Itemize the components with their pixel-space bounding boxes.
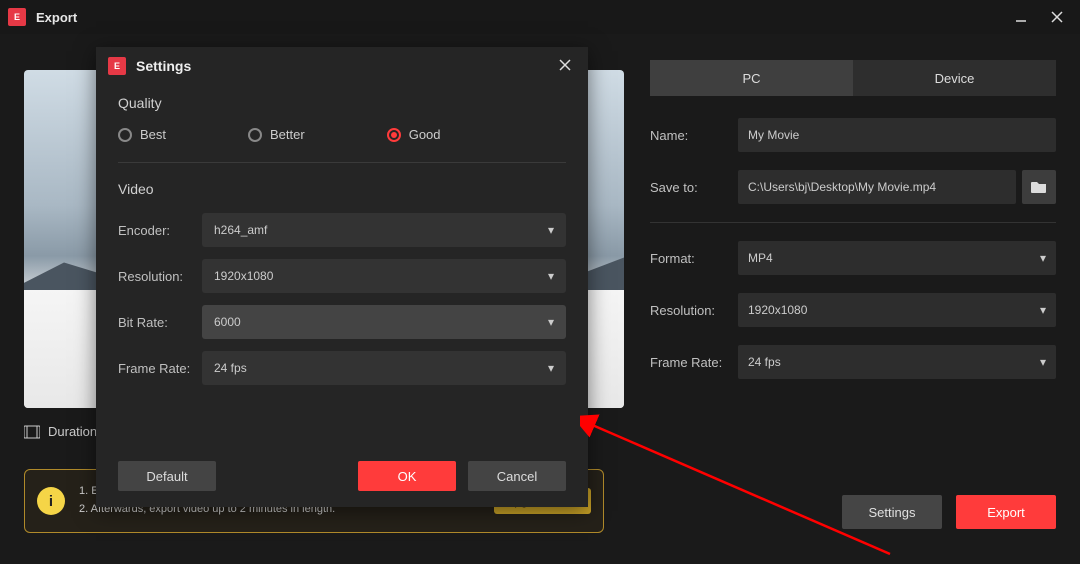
- app-logo-icon: E: [8, 8, 26, 26]
- quality-better-radio[interactable]: Better: [248, 127, 305, 142]
- format-label: Format:: [650, 251, 738, 266]
- radio-icon: [118, 128, 132, 142]
- dlg-resolution-value: 1920x1080: [214, 269, 273, 283]
- minimize-icon: [1014, 10, 1028, 24]
- dialog-title: Settings: [136, 58, 554, 74]
- resolution-label: Resolution:: [650, 303, 738, 318]
- dialog-close-button[interactable]: [554, 56, 576, 77]
- dlg-framerate-value: 24 fps: [214, 361, 247, 375]
- chevron-down-icon: ▾: [1040, 303, 1046, 317]
- video-section-label: Video: [118, 181, 566, 197]
- window-title: Export: [36, 10, 1012, 25]
- film-icon: [24, 425, 40, 439]
- format-select[interactable]: MP4 ▾: [738, 241, 1056, 275]
- dlg-framerate-select[interactable]: 24 fps ▾: [202, 351, 566, 385]
- dialog-logo-icon: E: [108, 57, 126, 75]
- name-input[interactable]: [738, 118, 1056, 152]
- tab-pc[interactable]: PC: [650, 60, 853, 96]
- quality-best-radio[interactable]: Best: [118, 127, 166, 142]
- bitrate-select[interactable]: 6000 ▾: [202, 305, 566, 339]
- framerate-value: 24 fps: [748, 355, 781, 369]
- radio-icon: [248, 128, 262, 142]
- chevron-down-icon: ▾: [548, 315, 554, 329]
- close-icon: [1050, 10, 1064, 24]
- radio-selected-icon: [387, 128, 401, 142]
- chevron-down-icon: ▾: [548, 223, 554, 237]
- encoder-label: Encoder:: [118, 223, 202, 238]
- name-label: Name:: [650, 128, 738, 143]
- cancel-button[interactable]: Cancel: [468, 461, 566, 491]
- bitrate-value: 6000: [214, 315, 241, 329]
- export-button[interactable]: Export: [956, 495, 1056, 529]
- quality-good-label: Good: [409, 127, 441, 142]
- export-panel: PC Device Name: Save to: Format: MP4 ▾ R…: [650, 60, 1056, 397]
- ok-button[interactable]: OK: [358, 461, 456, 491]
- encoder-value: h264_amf: [214, 223, 267, 237]
- chevron-down-icon: ▾: [1040, 251, 1046, 265]
- dlg-framerate-label: Frame Rate:: [118, 361, 202, 376]
- quality-better-label: Better: [270, 127, 305, 142]
- save-to-label: Save to:: [650, 180, 738, 195]
- settings-dialog: E Settings Quality Best Better Good: [96, 47, 588, 507]
- framerate-label: Frame Rate:: [650, 355, 738, 370]
- close-window-button[interactable]: [1048, 8, 1066, 26]
- encoder-select[interactable]: h264_amf ▾: [202, 213, 566, 247]
- dlg-resolution-label: Resolution:: [118, 269, 202, 284]
- annotation-arrow-icon: [580, 414, 940, 564]
- dlg-resolution-select[interactable]: 1920x1080 ▾: [202, 259, 566, 293]
- minimize-button[interactable]: [1012, 8, 1030, 26]
- chevron-down-icon: ▾: [548, 269, 554, 283]
- info-icon: i: [37, 487, 65, 515]
- save-to-input[interactable]: [738, 170, 1016, 204]
- settings-button[interactable]: Settings: [842, 495, 942, 529]
- framerate-select[interactable]: 24 fps ▾: [738, 345, 1056, 379]
- browse-folder-button[interactable]: [1022, 170, 1056, 204]
- quality-good-radio[interactable]: Good: [387, 127, 441, 142]
- resolution-select[interactable]: 1920x1080 ▾: [738, 293, 1056, 327]
- chevron-down-icon: ▾: [1040, 355, 1046, 369]
- export-tabs: PC Device: [650, 60, 1056, 96]
- default-button[interactable]: Default: [118, 461, 216, 491]
- quality-section-label: Quality: [118, 95, 566, 111]
- format-value: MP4: [748, 251, 773, 265]
- bitrate-label: Bit Rate:: [118, 315, 202, 330]
- close-icon: [558, 58, 572, 72]
- resolution-value: 1920x1080: [748, 303, 807, 317]
- quality-best-label: Best: [140, 127, 166, 142]
- chevron-down-icon: ▾: [548, 361, 554, 375]
- folder-icon: [1031, 180, 1047, 194]
- tab-device[interactable]: Device: [853, 60, 1056, 96]
- duration-row: Duration: [24, 424, 97, 439]
- duration-label: Duration: [48, 424, 97, 439]
- window-titlebar: E Export: [0, 0, 1080, 34]
